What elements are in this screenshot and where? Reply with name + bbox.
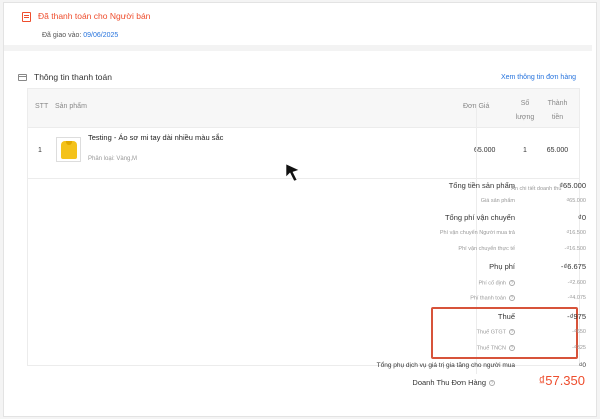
product-variation: Phân loại: Vàng,M (88, 156, 138, 162)
product-price-label: Giá sản phẩm (480, 198, 515, 204)
table-row: 1 Testing - Áo sơ mi tay dài nhiều màu s… (28, 129, 579, 179)
mouse-pointer-icon (285, 163, 300, 182)
row-price: 65.000 (474, 147, 496, 154)
fixed-fee-label: Phí cố định (478, 280, 506, 287)
payment-fee-value: -₫4.075 (567, 295, 586, 301)
tax-value: -₫975 (567, 312, 586, 321)
product-name[interactable]: Testing - Áo sơ mi tay dài nhiều màu sắc (88, 133, 223, 142)
revenue-row-label: Doanh Thu Đơn Hàng? (412, 378, 495, 387)
pit-value: -₫325 (572, 345, 586, 351)
payment-section-title: Thông tin thanh toán (34, 72, 112, 82)
header-total-line2: tiền (551, 114, 564, 121)
tax-label: Thuế (497, 312, 515, 321)
info-icon[interactable]: ? (509, 345, 515, 351)
info-icon[interactable]: ? (509, 295, 515, 301)
order-status-title: Đã thanh toán cho Người bán (38, 11, 151, 21)
header-stt: STT (35, 103, 49, 110)
subtotal-label: Tổng tiền sản phẩm (448, 181, 515, 190)
payment-fee-row-label: Phí thanh toán? (470, 295, 515, 301)
delivered-label: Đã giao vào: (42, 32, 82, 39)
shipping-total-value: ₫0 (577, 213, 586, 222)
vat-row-label: Thuế GTGT? (477, 329, 515, 335)
revenue-label: Doanh Thu Đơn Hàng (412, 378, 486, 387)
actual-shipping-label: Phí vận chuyển thực tế (458, 246, 515, 252)
product-thumbnail[interactable] (56, 137, 81, 162)
payment-card-icon (18, 74, 27, 81)
pit-row-label: Thuế TNCN? (477, 345, 515, 351)
revenue-value: ₫57.350 (538, 373, 585, 388)
actual-shipping-value: -₫16.500 (564, 246, 586, 252)
delivered-date: 09/06/2025 (83, 32, 119, 39)
vat-value: -₫650 (572, 329, 586, 335)
shirt-image (61, 141, 77, 159)
fixed-fee-row-label: Phí cố định? (478, 280, 515, 286)
row-total: 65.000 (546, 147, 569, 154)
header-qty: Số lượng (510, 97, 540, 125)
pit-label: Thuế TNCN (476, 345, 506, 352)
header-total: Thành tiền (540, 97, 575, 125)
header-total-line1: Thành (547, 100, 568, 107)
buyer-shipping-value: ₫16.500 (566, 230, 586, 236)
subtotal-value: ₫65.000 (559, 181, 586, 190)
header-product: Sản phẩm (55, 103, 87, 110)
product-price-value: ₫65.000 (566, 198, 586, 204)
view-order-info-link[interactable]: Xem thông tin đơn hàng (501, 74, 576, 81)
order-status-card: Đã thanh toán cho Người bán Đã giao vào:… (4, 3, 592, 51)
value-added-label: Tổng phụ dịch vụ giá trị gia tăng cho ng… (376, 362, 515, 369)
info-icon[interactable]: ? (509, 329, 515, 335)
vat-label: Thuế GTGT (476, 329, 506, 336)
info-icon[interactable]: ? (509, 280, 515, 286)
delivered-info: Đã giao vào: 09/06/2025 (42, 32, 118, 39)
buyer-shipping-label: Phí vận chuyển Người mua trả (439, 230, 515, 236)
hide-revenue-label: Ẩn chi tiết doanh thu (511, 186, 562, 192)
header-qty-line2: lượng (515, 114, 535, 121)
table-header: STT Sản phẩm Đơn Giá Số lượng Thành tiền (28, 89, 579, 128)
fees-label: Phụ phí (489, 262, 515, 271)
shipping-total-label: Tổng phí vận chuyển (444, 213, 515, 222)
fixed-fee-value: -₫2.600 (567, 280, 586, 286)
receipt-icon (22, 12, 31, 22)
row-stt: 1 (38, 147, 42, 154)
info-icon[interactable]: ? (489, 380, 495, 387)
row-qty: 1 (523, 147, 527, 154)
header-qty-line1: Số (520, 100, 530, 107)
payment-fee-label: Phí thanh toán (470, 295, 506, 302)
fees-value: -₫6.675 (560, 262, 586, 271)
value-added-value: ₫0 (579, 362, 586, 369)
